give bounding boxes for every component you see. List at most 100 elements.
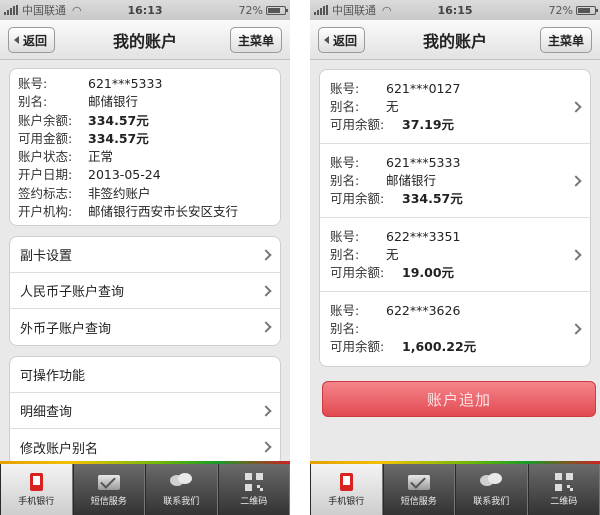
info-value: 334.57元 xyxy=(88,130,149,146)
menu-item-label: 修改账户别名 xyxy=(20,441,99,457)
tab-sms-service[interactable]: 短信服务 xyxy=(72,464,145,515)
available-balance: 1,600.22元 xyxy=(402,339,477,354)
tab-label: 手机银行 xyxy=(18,496,55,507)
battery-fill xyxy=(578,7,590,13)
chevron-right-icon xyxy=(260,441,272,454)
page-title: 我的账户 xyxy=(112,31,177,51)
account-list-item[interactable]: 账号: 622***3351 别名: 无 可用余额: 19.00元 xyxy=(320,218,590,292)
tab-contact-us[interactable]: 联系我们 xyxy=(145,464,218,515)
menu-item-rmb-sub-account[interactable]: 人民币子账户查询 xyxy=(10,273,280,310)
info-value: 2013-05-24 xyxy=(88,167,161,183)
available-label: 可用余额: xyxy=(330,264,385,280)
battery-icon xyxy=(576,5,598,15)
info-label: 账号: xyxy=(18,76,48,91)
info-row: 可用金额: 334.57元 xyxy=(18,130,272,148)
back-button[interactable]: 返回 xyxy=(8,27,56,53)
operations-menu: 可操作功能 明细查询 修改账户别名 xyxy=(9,356,281,467)
tab-qr-code[interactable]: 二维码 xyxy=(527,464,600,515)
info-row: 开户机构: 邮储银行西安市长安区支行 xyxy=(18,203,272,221)
battery-fill xyxy=(268,7,280,13)
mail-icon xyxy=(97,473,120,491)
add-account-button[interactable]: 账户追加 xyxy=(322,381,596,417)
info-row: 账户余额: 334.57元 xyxy=(18,112,272,130)
available-label: 可用余额: xyxy=(330,190,385,206)
tab-mobile-banking[interactable]: 手机银行 xyxy=(0,464,73,515)
chevron-right-icon xyxy=(570,174,582,187)
main-menu-button[interactable]: 主菜单 xyxy=(539,27,592,53)
chat-icon xyxy=(480,472,503,491)
account-label: 账号: xyxy=(330,154,360,170)
carrier-name: 中国联通 xyxy=(22,4,66,17)
tab-label: 手机银行 xyxy=(328,496,365,507)
alias-label: 别名: xyxy=(330,321,360,336)
account-label: 账号: xyxy=(330,303,360,318)
account-list-item[interactable]: 账号: 621***0127 别名: 无 可用余额: 37.19元 xyxy=(320,70,590,144)
info-value: 邮储银行西安市长安区支行 xyxy=(88,204,239,220)
menu-item-detail-query[interactable]: 明细查询 xyxy=(10,393,280,430)
account-info-card: 账号: 621***5333 别名: 邮储银行 账户余额: 334.57元 可用金额:… xyxy=(9,68,281,227)
account-number: 621***5333 xyxy=(386,154,461,170)
back-button[interactable]: 返回 xyxy=(318,27,366,53)
alias-label: 别名: xyxy=(330,98,360,114)
available-label: 可用余额: xyxy=(330,339,385,354)
account-label: 账号: xyxy=(330,80,360,96)
status-bar: 中国联通 ◠ 16:13 72% xyxy=(0,0,290,20)
right-screen: 中国联通 ◠ 16:15 72% 返回 我的账户 主菜单 账号: 621***01… xyxy=(310,0,600,515)
carrier-name: 中国联通 xyxy=(332,4,376,17)
tab-sms-service[interactable]: 短信服务 xyxy=(382,464,455,515)
account-list-item[interactable]: 账号: 622***3626 别名: 可用余额: 1,600.22元 xyxy=(320,292,590,366)
info-value: 334.57元 xyxy=(88,112,149,128)
menu-item-label: 明细查询 xyxy=(20,405,73,421)
main-menu-button[interactable]: 主菜单 xyxy=(229,27,282,53)
info-value: 621***5333 xyxy=(88,76,163,91)
chevron-right-icon xyxy=(570,323,582,335)
account-label: 账号: xyxy=(330,228,360,244)
chevron-right-icon xyxy=(570,100,582,113)
signal-icon xyxy=(4,5,18,15)
account-number: 622***3351 xyxy=(386,228,461,244)
account-alias: 无 xyxy=(386,98,399,114)
left-screen: 中国联通 ◠ 16:13 72% 返回 我的账户 主菜单 账号: 621***53… xyxy=(0,0,290,515)
menu-item-sub-card-settings[interactable]: 副卡设置 xyxy=(10,237,280,274)
menu-item-rename-alias[interactable]: 修改账户别名 xyxy=(10,429,280,465)
account-number: 621***0127 xyxy=(386,80,461,96)
chevron-right-icon xyxy=(260,321,272,334)
info-label: 开户机构: xyxy=(18,204,73,220)
nav-bar: 返回 我的账户 主菜单 xyxy=(0,20,290,60)
tab-contact-us[interactable]: 联系我们 xyxy=(455,464,528,515)
battery-icon xyxy=(266,5,288,15)
info-row: 开户日期: 2013-05-24 xyxy=(18,166,272,184)
phone-icon xyxy=(335,472,357,491)
chat-icon xyxy=(170,472,193,491)
available-label: 可用余额: xyxy=(330,116,385,132)
available-balance: 37.19元 xyxy=(402,116,455,132)
tab-label: 联系我们 xyxy=(473,496,510,507)
chevron-right-icon xyxy=(260,285,272,297)
info-row: 账户状态: 正常 xyxy=(18,148,272,166)
qr-code-icon xyxy=(243,472,265,491)
battery-status: 72% xyxy=(239,4,288,17)
tab-bar: 手机银行 短信服务 联系我们 二维码 xyxy=(0,461,290,515)
menu-item-label: 人民币子账户查询 xyxy=(20,285,125,301)
menu-item-label: 副卡设置 xyxy=(20,249,73,265)
tab-label: 短信服务 xyxy=(400,496,437,507)
menu-item-label: 外币子账户查询 xyxy=(20,321,112,337)
wifi-icon: ◠ xyxy=(382,3,392,17)
tab-qr-code[interactable]: 二维码 xyxy=(217,464,290,515)
alias-label: 别名: xyxy=(330,172,360,188)
account-detail-content: 账号: 621***5333 别名: 邮储银行 账户余额: 334.57元 可用金额:… xyxy=(0,61,290,467)
info-label: 可用金额: xyxy=(18,130,73,146)
mail-icon xyxy=(407,473,430,491)
tab-mobile-banking[interactable]: 手机银行 xyxy=(310,464,383,515)
tab-label: 二维码 xyxy=(550,496,578,507)
info-value: 邮储银行 xyxy=(88,94,139,110)
info-label: 签约标志: xyxy=(18,185,73,201)
info-label: 账户状态: xyxy=(18,149,73,165)
chevron-right-icon xyxy=(570,248,582,261)
available-balance: 19.00元 xyxy=(402,264,455,280)
account-list-item[interactable]: 账号: 621***5333 别名: 邮储银行 可用余额: 334.57元 xyxy=(320,144,590,218)
info-value: 正常 xyxy=(88,149,114,165)
alias-label: 别名: xyxy=(330,246,360,262)
menu-item-foreign-sub-account[interactable]: 外币子账户查询 xyxy=(10,309,280,345)
account-list: 账号: 621***0127 别名: 无 可用余额: 37.19元 账号: 621***… xyxy=(319,69,591,367)
